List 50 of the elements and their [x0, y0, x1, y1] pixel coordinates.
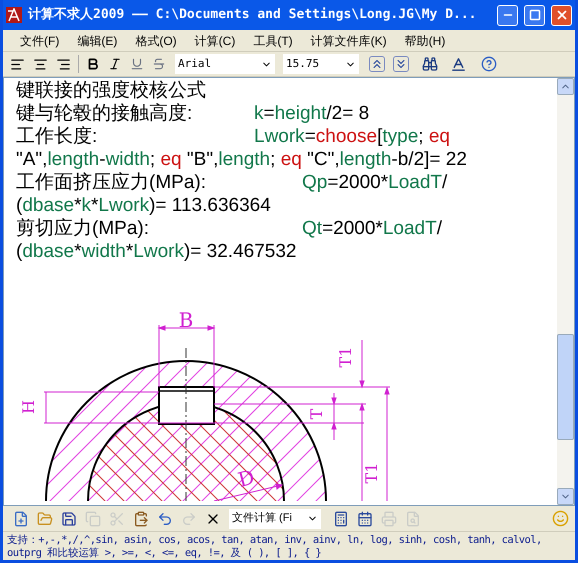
formula-text: Lwork=choose[type; eq: [254, 125, 450, 148]
mode-select[interactable]: 文件计算 (Fi: [229, 508, 321, 528]
font-select[interactable]: Arial: [175, 54, 275, 74]
dimension-label: B: [178, 308, 194, 332]
menu-item[interactable]: 编辑(E): [68, 32, 126, 50]
align-center-icon[interactable]: [33, 56, 48, 72]
formula-text: k=height/2= 8: [254, 102, 370, 125]
formula-text: (dbase*k*Lwork)= 113.636364: [16, 194, 271, 217]
dimension-label: T1: [336, 346, 355, 368]
font-color-icon[interactable]: [450, 56, 467, 72]
align-right-icon[interactable]: [56, 56, 71, 72]
italic-icon[interactable]: [108, 57, 122, 71]
formula-text: Qp=2000*LoadT/: [302, 171, 448, 194]
chevrons-down-icon[interactable]: [393, 56, 409, 72]
menu-item[interactable]: 计算(C): [186, 32, 244, 50]
formula-label: 键联接的强度校核公式: [16, 79, 206, 102]
formula-label: 键与轮毂的接触高度:: [16, 102, 194, 125]
menu-item[interactable]: 工具(T): [244, 32, 302, 50]
minimize-button[interactable]: [497, 4, 518, 26]
strikethrough-icon[interactable]: [152, 57, 166, 71]
formula-text: (dbase*width*Lwork)= 32.467532: [16, 240, 296, 263]
menu-item[interactable]: 格式(O): [126, 32, 186, 50]
status-text: 支持：+,-,*,/,^,sin, asin, cos, acos, tan, atan, inv, ainv, ln, log, sinh, cosh, tanh, calvol, outprg 和比较运算 >, >=, <, <=, eq, !=, 及 ( ), [ ], { }: [7, 534, 543, 560]
maximize-button[interactable]: [524, 4, 545, 26]
search-icon[interactable]: [422, 56, 438, 72]
formula-label: 工作长度:: [16, 125, 98, 148]
formula-text: Qt=2000*LoadT/: [302, 217, 442, 240]
bold-icon[interactable]: [86, 57, 100, 71]
vertical-scrollbar[interactable]: [557, 78, 574, 505]
maximize-icon: [528, 9, 540, 21]
chevrons-up-icon[interactable]: [369, 56, 385, 72]
dimension-label: T: [307, 408, 326, 420]
formula-label: 工作面挤压应力(MPa):: [16, 171, 207, 194]
scrollbar-thumb[interactable]: [557, 334, 574, 440]
menu-item[interactable]: 帮助(H): [396, 32, 454, 50]
formula-text: "A",length-width; eq "B",length; eq "C",length-b/2]= 22: [16, 148, 467, 171]
help-icon[interactable]: [481, 56, 497, 72]
close-button[interactable]: [551, 4, 572, 26]
menu-item[interactable]: 计算文件库(K): [302, 32, 396, 50]
formula-label: 剪切应力(MPa):: [16, 217, 150, 240]
font-size-select[interactable]: 15.75: [283, 54, 359, 74]
underline-icon[interactable]: [130, 57, 144, 71]
close-icon: [554, 8, 568, 22]
menu-item[interactable]: 文件(F): [11, 32, 68, 50]
align-left-icon[interactable]: [10, 56, 25, 72]
dimension-label: T1: [362, 462, 381, 484]
window-title: 计算不求人2009 —— C:\Documents and Settings\Long.JG\My D...: [28, 6, 478, 24]
app-logo-icon: [6, 7, 22, 23]
dimension-label: H: [19, 400, 38, 414]
dimension-label: D: [235, 464, 258, 492]
